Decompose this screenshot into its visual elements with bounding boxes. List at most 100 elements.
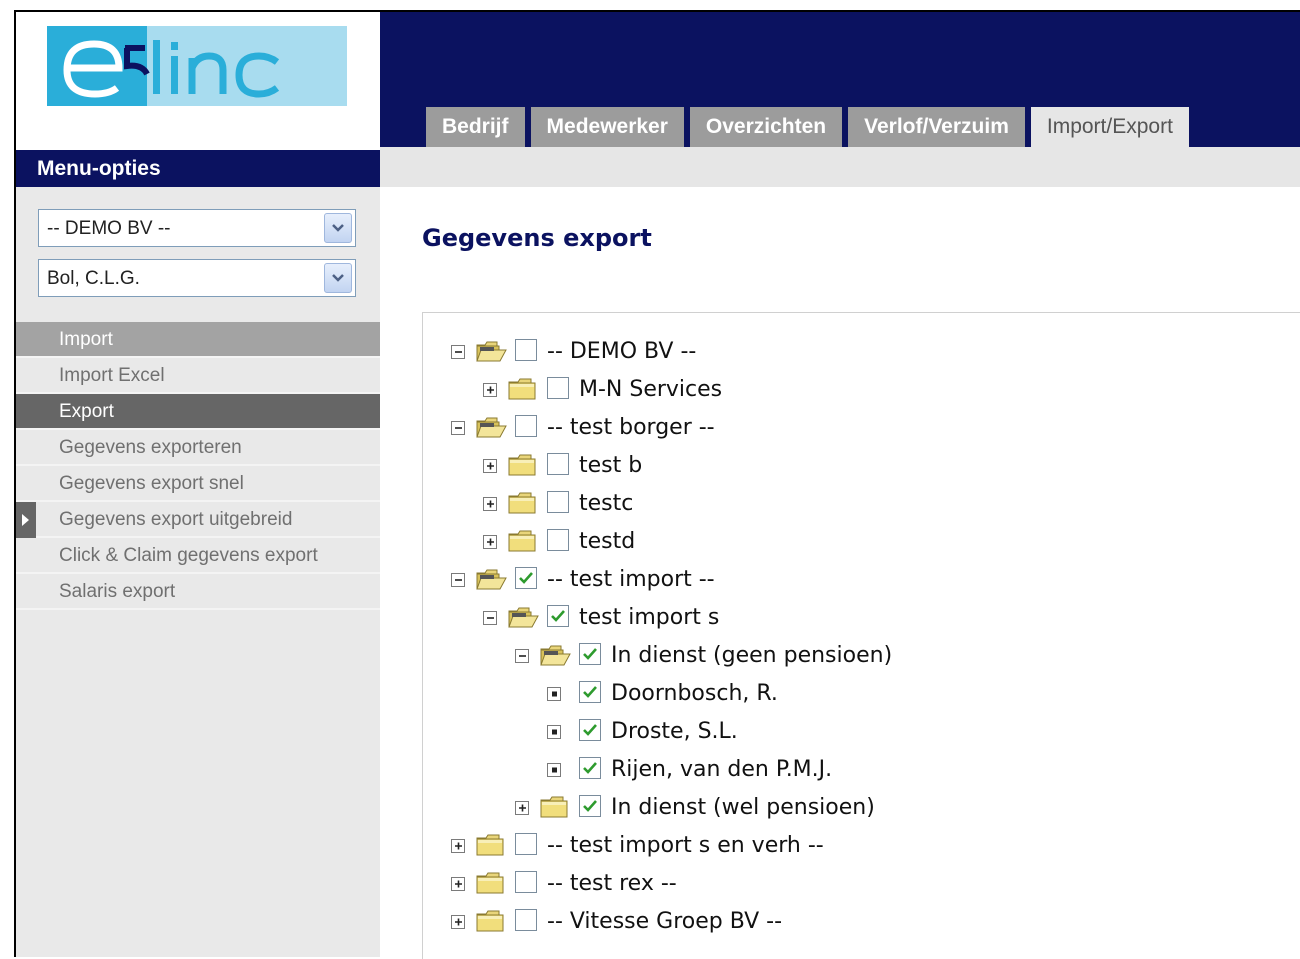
app-window: Menu-opties -- DEMO BV -- Bol, C.L.G. Im… <box>14 10 1300 959</box>
tree-row: testc <box>483 485 1300 523</box>
checkbox-checked[interactable] <box>579 681 601 703</box>
checkbox-checked[interactable] <box>579 757 601 779</box>
checkbox[interactable] <box>515 415 537 437</box>
folder-closed-icon <box>507 377 539 401</box>
tree-node-label[interactable]: -- test import -- <box>547 567 715 592</box>
tree-node-label[interactable]: M-N Services <box>579 377 722 402</box>
tab-medewerker[interactable]: Medewerker <box>530 107 684 147</box>
tree-node-label[interactable]: test b <box>579 453 642 478</box>
checkbox-checked[interactable] <box>579 643 601 665</box>
tree-node-label[interactable]: -- test import s en verh -- <box>547 833 824 858</box>
expand-icon[interactable] <box>451 877 465 891</box>
folder-closed-icon <box>507 453 539 477</box>
page-title: Gegevens export <box>422 224 652 252</box>
leaf-node-icon <box>547 725 561 739</box>
tree-row: -- test borger -- <box>451 409 1300 447</box>
checkbox[interactable] <box>547 491 569 513</box>
checkbox[interactable] <box>515 833 537 855</box>
employee-select-value: Bol, C.L.G. <box>47 268 140 289</box>
tree-row: In dienst (geen pensioen) <box>515 637 1300 675</box>
checkmark-icon <box>583 800 597 812</box>
chevron-down-icon[interactable] <box>324 263 352 293</box>
checkmark-icon <box>551 610 565 622</box>
nav-item-import-excel[interactable]: Import Excel <box>16 358 380 394</box>
expand-icon[interactable] <box>483 459 497 473</box>
employee-select[interactable]: Bol, C.L.G. <box>38 259 356 297</box>
expand-icon[interactable] <box>451 915 465 929</box>
checkmark-icon <box>519 572 533 584</box>
sidebar-nav: Import Import Excel Export Gegevens expo… <box>16 322 380 610</box>
collapse-icon[interactable] <box>451 345 465 359</box>
expand-icon[interactable] <box>483 535 497 549</box>
current-item-marker-icon <box>16 502 36 538</box>
tree-node-label[interactable]: -- test rex -- <box>547 871 677 896</box>
company-select[interactable]: -- DEMO BV -- <box>38 209 356 247</box>
nav-item-gegevens-export-snel[interactable]: Gegevens export snel <box>16 466 380 502</box>
checkmark-icon <box>583 648 597 660</box>
tree-row: M-N Services <box>483 371 1300 409</box>
nav-item-salaris-export[interactable]: Salaris export <box>16 574 380 610</box>
tree-row: -- test import -- <box>451 561 1300 599</box>
tree-node-label[interactable]: -- test borger -- <box>547 415 715 440</box>
chevron-down-icon[interactable] <box>324 213 352 243</box>
tree-node-label[interactable]: -- DEMO BV -- <box>547 339 696 364</box>
checkbox[interactable] <box>515 339 537 361</box>
folder-closed-icon <box>539 795 571 819</box>
checkbox[interactable] <box>515 871 537 893</box>
nav-section-export[interactable]: Export <box>16 394 380 430</box>
tree-row: test b <box>483 447 1300 485</box>
tab-overzichten[interactable]: Overzichten <box>689 107 843 147</box>
tree-row: -- Vitesse Groep BV -- <box>451 903 1300 941</box>
checkbox[interactable] <box>547 377 569 399</box>
checkbox-checked[interactable] <box>515 567 537 589</box>
tab-import-export[interactable]: Import/Export <box>1030 107 1189 147</box>
checkbox-checked[interactable] <box>579 795 601 817</box>
nav-item-gegevens-export-uitgebreid[interactable]: Gegevens export uitgebreid <box>16 502 380 538</box>
checkbox-checked[interactable] <box>579 719 601 741</box>
checkbox[interactable] <box>547 453 569 475</box>
folder-open-icon <box>475 415 507 439</box>
tab-verlof-verzuim[interactable]: Verlof/Verzuim <box>848 107 1025 147</box>
expand-icon[interactable] <box>451 839 465 853</box>
tree-node-label[interactable]: testd <box>579 529 635 554</box>
expand-icon[interactable] <box>483 497 497 511</box>
main-tabs: Bedrijf Medewerker Overzichten Verlof/Ve… <box>426 107 1195 147</box>
checkbox-checked[interactable] <box>547 605 569 627</box>
checkmark-icon <box>583 762 597 774</box>
tree-node-label[interactable]: Droste, S.L. <box>611 719 738 744</box>
e5linc-logo <box>47 26 347 106</box>
collapse-icon[interactable] <box>515 649 529 663</box>
tree-node-label[interactable]: Doornbosch, R. <box>611 681 778 706</box>
tree-node-label[interactable]: -- Vitesse Groep BV -- <box>547 909 782 934</box>
tree-node-label[interactable]: In dienst (geen pensioen) <box>611 643 892 668</box>
tab-bedrijf[interactable]: Bedrijf <box>426 107 525 147</box>
nav-item-gegevens-exporteren[interactable]: Gegevens exporteren <box>16 430 380 466</box>
collapse-icon[interactable] <box>483 611 497 625</box>
collapse-icon[interactable] <box>451 573 465 587</box>
sidebar: Menu-opties -- DEMO BV -- Bol, C.L.G. Im… <box>16 12 380 957</box>
expand-icon[interactable] <box>515 801 529 815</box>
folder-open-icon <box>475 339 507 363</box>
tree-row: -- test import s en verh -- <box>451 827 1300 865</box>
menu-header: Menu-opties <box>16 150 380 187</box>
leaf-node-icon <box>547 687 561 701</box>
tree-row: In dienst (wel pensioen) <box>515 789 1300 827</box>
tree-node-label[interactable]: In dienst (wel pensioen) <box>611 795 875 820</box>
nav-item-label: Gegevens export uitgebreid <box>59 509 293 530</box>
nav-item-click-claim-export[interactable]: Click & Claim gegevens export <box>16 538 380 574</box>
tree-node-label[interactable]: Rijen, van den P.M.J. <box>611 757 832 782</box>
tree-row: -- test rex -- <box>451 865 1300 903</box>
tree-row: testd <box>483 523 1300 561</box>
checkbox[interactable] <box>515 909 537 931</box>
folder-open-icon <box>507 605 539 629</box>
tree-row: test import s <box>483 599 1300 637</box>
sub-bar <box>380 147 1300 187</box>
tree-node-label[interactable]: testc <box>579 491 633 516</box>
checkbox[interactable] <box>547 529 569 551</box>
tree-node-label[interactable]: test import s <box>579 605 719 630</box>
tree-row: Rijen, van den P.M.J. <box>547 751 1300 789</box>
nav-section-import[interactable]: Import <box>16 322 380 358</box>
expand-icon[interactable] <box>483 383 497 397</box>
checkmark-icon <box>583 686 597 698</box>
collapse-icon[interactable] <box>451 421 465 435</box>
